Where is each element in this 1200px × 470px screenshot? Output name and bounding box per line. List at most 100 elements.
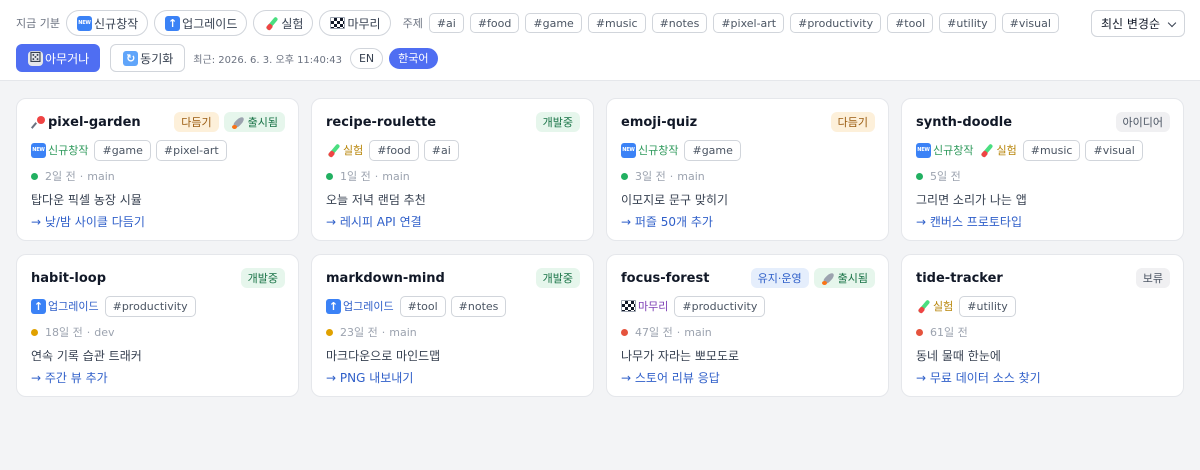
dice-icon (28, 50, 43, 66)
card-header: tide-tracker 보류 (916, 267, 1170, 289)
status-badge: 개발중 (535, 268, 580, 288)
next-step-link[interactable]: → 퍼즐 50개 추가 (621, 213, 875, 229)
last-updated: 5일 전 (930, 170, 961, 183)
card-tags: 업그레이드 #tool#notes (326, 295, 580, 317)
project-card[interactable]: focus-forest 유지·운영 출시됨 마무리 #productivity 47일 … (606, 254, 889, 397)
topic-chip-ai[interactable]: #ai (428, 13, 464, 33)
topic-chip-music[interactable]: #music (587, 13, 646, 33)
status-badge: 다듬기 (830, 112, 875, 132)
next-step-link[interactable]: → 스토어 리뷰 응답 (621, 369, 875, 385)
meta-separator: · (374, 169, 379, 183)
status-badge: 보류 (1135, 268, 1170, 288)
topic-chip-game[interactable]: #game (525, 13, 582, 33)
card-meta: 23일 전 · main (326, 324, 580, 340)
topic-tag[interactable]: #tool (399, 295, 446, 317)
next-step-link[interactable]: → 주간 뷰 추가 (31, 369, 285, 385)
lang-ko-button[interactable]: 한국어 (389, 47, 438, 69)
test-tube-icon (264, 16, 279, 31)
topic-tag[interactable]: #productivity (674, 295, 766, 317)
project-card[interactable]: synth-doodle 아이디어신규창작 실험 #music#visual 5일 전그… (901, 98, 1184, 241)
project-card[interactable]: tide-tracker 보류실험 #utility 61일 전동네 물때 한눈에 → … (901, 254, 1184, 397)
activity-dot (31, 328, 38, 336)
status-badges: 다듬기 출시됨 (169, 112, 285, 132)
topic-tag[interactable]: #game (684, 139, 741, 161)
topic-tag[interactable]: #food (369, 139, 419, 161)
new-icon (916, 142, 931, 158)
last-sync-timestamp: 최근: 2026. 6. 3. 오후 11:40:43 (193, 54, 342, 66)
meta-separator: · (86, 325, 91, 339)
random-button[interactable]: 아무거나 (16, 44, 101, 72)
branch-name: main (684, 325, 712, 339)
next-step-link[interactable]: → PNG 내보내기 (326, 369, 580, 385)
mood-filter-label: 지금 기분 (16, 17, 60, 30)
action-row: 아무거나 동기화 최근: 2026. 6. 3. 오후 11:40:43 EN … (16, 44, 444, 72)
topic-chip-food[interactable]: #food (469, 13, 520, 33)
mood-chip-experiment[interactable]: 실험 (253, 10, 314, 36)
project-name[interactable]: emoji-quiz (621, 115, 697, 130)
card-meta: 61일 전 (916, 324, 1170, 340)
last-updated: 1일 전 (340, 170, 371, 183)
last-updated: 2일 전 (45, 170, 76, 183)
activity-dot (31, 172, 38, 180)
next-step-link[interactable]: → 무료 데이터 소스 찾기 (916, 369, 1170, 385)
topic-chip-visual[interactable]: #visual (1001, 13, 1059, 33)
project-name[interactable]: focus-forest (621, 271, 709, 286)
status-badges: 개발중 (531, 112, 580, 132)
project-name[interactable]: habit-loop (31, 271, 106, 286)
category-label: 실험 (916, 298, 953, 314)
project-card[interactable]: markdown-mind 개발중업그레이드#tool#notes 23일 전·ma… (311, 254, 594, 397)
card-header: emoji-quiz 다듬기 (621, 111, 875, 133)
topic-chip-notes[interactable]: #notes (651, 13, 708, 33)
project-name[interactable]: recipe-roulette (326, 115, 436, 130)
topic-chip-utility[interactable]: #utility (939, 13, 996, 33)
rocket-icon (231, 115, 246, 130)
project-card[interactable]: pixel-garden 다듬기출시됨신규창작 #game#pixel-art 2일 … (16, 98, 299, 241)
activity-dot (916, 328, 923, 336)
card-meta: 5일 전 (916, 168, 1170, 184)
test-tube-icon (916, 299, 931, 314)
pin-icon (31, 115, 46, 130)
topic-tag[interactable]: #visual (1085, 139, 1143, 161)
mood-chip-upgrade[interactable]: 업그레이드 (154, 10, 248, 36)
card-header: recipe-roulette 개발중 (326, 111, 580, 133)
next-step-link[interactable]: → 캔버스 프로토타입 (916, 213, 1170, 229)
topic-tag[interactable]: #game (94, 139, 151, 161)
topic-tag[interactable]: #productivity (104, 295, 196, 317)
project-card[interactable]: emoji-quiz 다듬기신규창작 #game 3일 전·main 이모지로 문구 맞… (606, 98, 889, 241)
topic-chip-productivity[interactable]: #productivity (790, 13, 882, 33)
project-card[interactable]: habit-loop 개발중업그레이드 #productivity 18일 전·dev… (16, 254, 299, 397)
card-header: markdown-mind 개발중 (326, 267, 580, 289)
project-card[interactable]: recipe-roulette 개발중 실험 #food #ai 1일 전 · main 오늘 … (311, 98, 594, 241)
project-name[interactable]: tide-tracker (916, 271, 1003, 286)
topic-tag[interactable]: #notes (450, 295, 507, 317)
new-icon (621, 142, 636, 158)
next-step-link[interactable]: → 낮/밤 사이클 다듬기 (31, 213, 285, 229)
topic-chip-pixel-art[interactable]: #pixel-art (713, 13, 785, 33)
project-name[interactable]: markdown-mind (326, 271, 445, 286)
topic-tag[interactable]: #ai (423, 139, 459, 161)
card-meta: 1일 전 · main (326, 168, 580, 184)
project-name[interactable]: pixel-garden (31, 115, 141, 130)
status-badge: 유지·운영 (750, 268, 809, 288)
mood-chip-new[interactable]: 신규창작 (65, 10, 149, 36)
project-name[interactable]: synth-doodle (916, 115, 1012, 130)
rocket-icon (821, 271, 836, 286)
project-description: 동네 물때 한눈에 (916, 349, 1001, 363)
test-tube-icon (326, 143, 341, 158)
lang-en-button[interactable]: EN (349, 47, 384, 69)
topic-tag[interactable]: #utility (959, 295, 1016, 317)
card-tags: 실험 #food #ai (326, 139, 580, 161)
activity-dot (621, 328, 628, 336)
mood-chip-finish[interactable]: 마무리 (319, 10, 391, 36)
topic-chip-tool[interactable]: #tool (887, 13, 934, 33)
topic-tag[interactable]: #music (1022, 139, 1081, 161)
up-arrow-icon (326, 298, 341, 314)
test-tube-icon (979, 143, 994, 158)
category-label: 실험 (979, 142, 1016, 158)
sync-button[interactable]: 동기화 (110, 44, 186, 72)
topic-tag[interactable]: #pixel-art (155, 139, 227, 161)
next-step-link[interactable]: → 레시피 API 연결 (326, 213, 580, 229)
card-header: focus-forest 유지·운영 출시됨 (621, 267, 875, 289)
sort-select[interactable]: 최신 변경순 (1091, 10, 1185, 37)
status-badges: 개발중 (531, 268, 580, 288)
